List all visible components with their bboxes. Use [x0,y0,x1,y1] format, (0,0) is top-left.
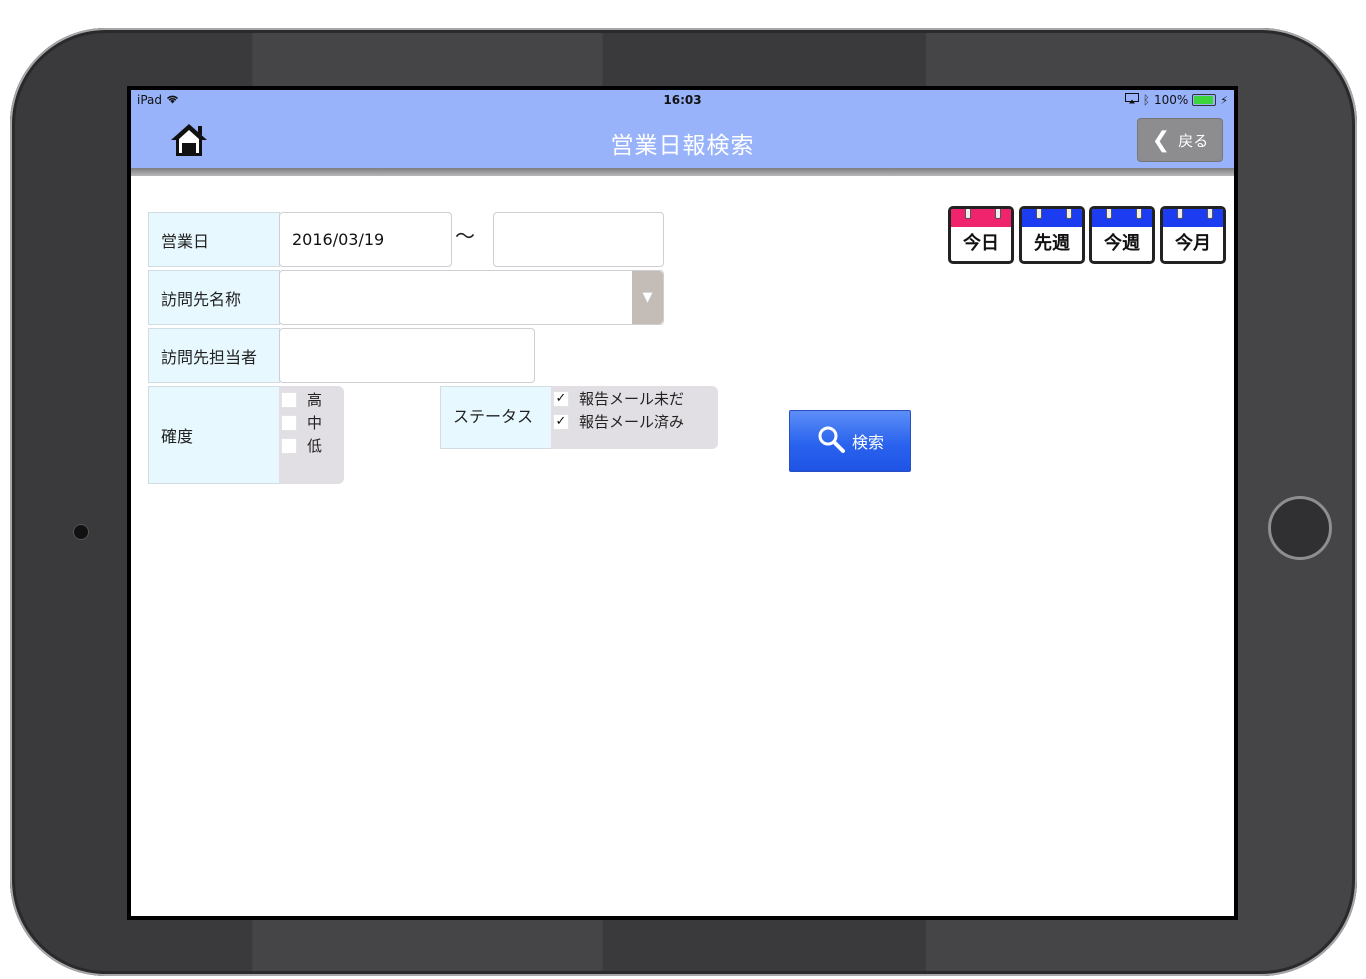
navbar-divider [131,168,1234,176]
app-display: iPad 16:03 ᛒ 100% ⚡ 営業日報検索 ❮ 戻る 営業日 2016… [131,90,1234,916]
visit-name-select[interactable]: ▼ [279,270,664,325]
binder-ring [1066,209,1072,219]
option-label: 中 [307,414,323,432]
status-bar: iPad 16:03 ᛒ 100% ⚡ [131,90,1234,110]
back-button-label: 戻る [1178,131,1209,150]
battery-percent: 100% [1153,93,1189,107]
checkbox[interactable] [281,414,297,431]
status-option-sent[interactable]: ✓ 報告メール済み [553,411,684,432]
calendar-button-label: 今月 [1175,233,1211,254]
last-week-button[interactable]: 先週 [1019,206,1085,264]
bluetooth-icon: ᛒ [1142,93,1150,107]
option-label: 低 [307,437,323,455]
certainty-option-high[interactable]: 高 [281,389,322,410]
status-option-unsent[interactable]: ✓ 報告メール未だ [553,388,684,409]
camera-lens [74,525,88,539]
search-button[interactable]: 検索 [789,410,911,472]
binder-ring [1136,209,1142,219]
this-week-button[interactable]: 今週 [1089,206,1155,264]
search-icon [816,424,846,458]
device-home-button[interactable] [1268,496,1332,560]
binder-ring [1177,209,1183,219]
date-to-input[interactable] [493,212,664,267]
binder-ring [995,209,1001,219]
business-day-label: 営業日 [148,212,280,267]
navigation-bar: iPad 16:03 ᛒ 100% ⚡ 営業日報検索 ❮ 戻る [131,90,1234,168]
binder-ring [1106,209,1112,219]
option-label: 高 [307,391,323,409]
checkbox-checked[interactable]: ✓ [553,390,569,407]
back-button[interactable]: ❮ 戻る [1137,118,1223,162]
visit-name-label: 訪問先名称 [148,270,280,325]
chevron-left-icon: ❮ [1151,127,1171,153]
status-label: ステータス [440,386,552,449]
binder-ring [1036,209,1042,219]
airplay-icon [1124,93,1139,107]
checkbox-checked[interactable]: ✓ [553,413,569,430]
contact-input[interactable] [279,328,535,383]
checkbox[interactable] [281,391,297,408]
certainty-option-low[interactable]: 低 [281,435,322,456]
today-button[interactable]: 今日 [948,206,1014,264]
certainty-label: 確度 [148,386,280,484]
calendar-button-label: 今日 [963,233,999,254]
charging-icon: ⚡ [1220,93,1228,107]
page-title: 営業日報検索 [610,133,755,159]
certainty-options: 高 中 低 [279,386,344,484]
certainty-option-medium[interactable]: 中 [281,412,322,433]
calendar-button-label: 今週 [1104,233,1140,254]
option-label: 報告メール済み [579,413,685,431]
battery-icon [1192,94,1217,106]
contact-label: 訪問先担当者 [148,328,280,383]
status-options: ✓ 報告メール未だ ✓ 報告メール済み [551,386,718,449]
status-time: 16:03 [663,93,702,107]
dropdown-arrow-icon[interactable]: ▼ [632,271,663,324]
range-separator: 〜 [455,224,475,248]
calendar-button-label: 先週 [1034,233,1070,254]
checkbox[interactable] [281,437,297,454]
this-month-button[interactable]: 今月 [1160,206,1226,264]
option-label: 報告メール未だ [579,390,685,408]
date-from-input[interactable]: 2016/03/19 [279,212,452,267]
search-button-label: 検索 [851,433,884,452]
binder-ring [965,209,971,219]
binder-ring [1207,209,1213,219]
